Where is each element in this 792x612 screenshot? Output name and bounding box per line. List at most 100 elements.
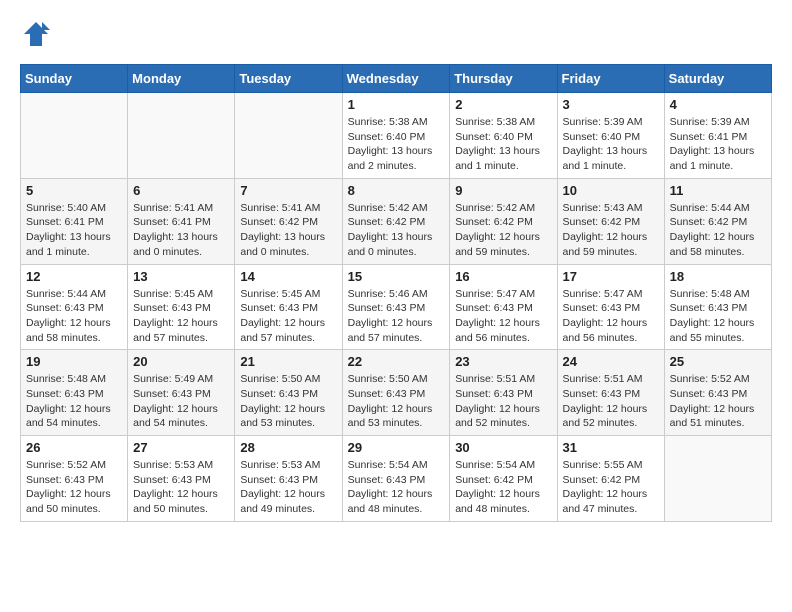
calendar-cell: 31Sunrise: 5:55 AM Sunset: 6:42 PM Dayli… [557, 436, 664, 522]
day-number: 10 [563, 183, 659, 198]
day-number: 26 [26, 440, 122, 455]
day-info: Sunrise: 5:47 AM Sunset: 6:43 PM Dayligh… [563, 287, 659, 346]
calendar-cell: 14 Sunrise: 5:45 AM Sunset: 6:43 PM Dayli… [235, 264, 342, 350]
day-number: 1 [348, 97, 445, 112]
calendar-cell: 3 Sunrise: 5:39 AM Sunset: 6:40 PM Daylig… [557, 93, 664, 179]
calendar-cell: 22 Sunrise: 5:50 AM Sunset: 6:43 PM Dayli… [342, 350, 450, 436]
calendar-cell: 11Sunrise: 5:44 AM Sunset: 6:42 PM Dayli… [664, 178, 771, 264]
calendar-cell: 5 Sunrise: 5:40 AM Sunset: 6:41 PM Daylig… [21, 178, 128, 264]
day-number: 24 [563, 354, 659, 369]
day-info: Sunrise: 5:41 AM Sunset: 6:42 PM Dayligh… [240, 201, 336, 260]
calendar-cell: 2 Sunrise: 5:38 AM Sunset: 6:40 PM Daylig… [450, 93, 557, 179]
day-number: 12 [26, 269, 122, 284]
calendar-cell [664, 436, 771, 522]
day-number: 14 [240, 269, 336, 284]
col-header-sunday: Sunday [21, 65, 128, 93]
calendar-week-row: 5 Sunrise: 5:40 AM Sunset: 6:41 PM Daylig… [21, 178, 772, 264]
day-info: Sunrise: 5:41 AM Sunset: 6:41 PM Dayligh… [133, 201, 229, 260]
day-info: Sunrise: 5:44 AM Sunset: 6:43 PM Dayligh… [26, 287, 122, 346]
calendar-cell: 24 Sunrise: 5:51 AM Sunset: 6:43 PM Dayli… [557, 350, 664, 436]
day-info: Sunrise: 5:52 AM Sunset: 6:43 PM Dayligh… [26, 458, 122, 517]
calendar-cell: 12 Sunrise: 5:44 AM Sunset: 6:43 PM Dayli… [21, 264, 128, 350]
calendar-cell: 9Sunrise: 5:42 AM Sunset: 6:42 PM Daylig… [450, 178, 557, 264]
calendar-cell: 10 Sunrise: 5:43 AM Sunset: 6:42 PM Dayli… [557, 178, 664, 264]
day-info: Sunrise: 5:53 AM Sunset: 6:43 PM Dayligh… [133, 458, 229, 517]
day-info: Sunrise: 5:49 AM Sunset: 6:43 PM Dayligh… [133, 372, 229, 431]
calendar-header-row: SundayMondayTuesdayWednesdayThursdayFrid… [21, 65, 772, 93]
day-info: Sunrise: 5:50 AM Sunset: 6:43 PM Dayligh… [348, 372, 445, 431]
day-info: Sunrise: 5:54 AM Sunset: 6:42 PM Dayligh… [455, 458, 551, 517]
day-number: 27 [133, 440, 229, 455]
calendar-cell: 20 Sunrise: 5:49 AM Sunset: 6:43 PM Dayli… [128, 350, 235, 436]
calendar-cell: 21Sunrise: 5:50 AM Sunset: 6:43 PM Dayli… [235, 350, 342, 436]
day-info: Sunrise: 5:47 AM Sunset: 6:43 PM Dayligh… [455, 287, 551, 346]
calendar-cell: 6 Sunrise: 5:41 AM Sunset: 6:41 PM Daylig… [128, 178, 235, 264]
calendar-cell [128, 93, 235, 179]
calendar-week-row: 12 Sunrise: 5:44 AM Sunset: 6:43 PM Dayli… [21, 264, 772, 350]
calendar-cell: 7 Sunrise: 5:41 AM Sunset: 6:42 PM Daylig… [235, 178, 342, 264]
calendar-cell: 26 Sunrise: 5:52 AM Sunset: 6:43 PM Dayli… [21, 436, 128, 522]
day-info: Sunrise: 5:51 AM Sunset: 6:43 PM Dayligh… [455, 372, 551, 431]
calendar-cell: 29Sunrise: 5:54 AM Sunset: 6:43 PM Dayli… [342, 436, 450, 522]
day-number: 28 [240, 440, 336, 455]
day-number: 23 [455, 354, 551, 369]
calendar-cell: 4 Sunrise: 5:39 AM Sunset: 6:41 PM Daylig… [664, 93, 771, 179]
day-number: 16 [455, 269, 551, 284]
day-info: Sunrise: 5:38 AM Sunset: 6:40 PM Dayligh… [455, 115, 551, 174]
day-info: Sunrise: 5:54 AM Sunset: 6:43 PM Dayligh… [348, 458, 445, 517]
col-header-tuesday: Tuesday [235, 65, 342, 93]
logo [20, 20, 50, 48]
day-info: Sunrise: 5:51 AM Sunset: 6:43 PM Dayligh… [563, 372, 659, 431]
day-number: 31 [563, 440, 659, 455]
calendar-cell: 28 Sunrise: 5:53 AM Sunset: 6:43 PM Dayli… [235, 436, 342, 522]
calendar-cell: 17 Sunrise: 5:47 AM Sunset: 6:43 PM Dayli… [557, 264, 664, 350]
day-number: 19 [26, 354, 122, 369]
day-info: Sunrise: 5:38 AM Sunset: 6:40 PM Dayligh… [348, 115, 445, 174]
day-number: 6 [133, 183, 229, 198]
calendar-table: SundayMondayTuesdayWednesdayThursdayFrid… [20, 64, 772, 522]
day-number: 15 [348, 269, 445, 284]
day-number: 25 [670, 354, 766, 369]
day-number: 2 [455, 97, 551, 112]
day-number: 17 [563, 269, 659, 284]
day-info: Sunrise: 5:39 AM Sunset: 6:40 PM Dayligh… [563, 115, 659, 174]
day-number: 30 [455, 440, 551, 455]
calendar-week-row: 19 Sunrise: 5:48 AM Sunset: 6:43 PM Dayli… [21, 350, 772, 436]
day-number: 18 [670, 269, 766, 284]
day-number: 5 [26, 183, 122, 198]
day-info: Sunrise: 5:45 AM Sunset: 6:43 PM Dayligh… [240, 287, 336, 346]
day-number: 22 [348, 354, 445, 369]
day-info: Sunrise: 5:53 AM Sunset: 6:43 PM Dayligh… [240, 458, 336, 517]
day-info: Sunrise: 5:44 AM Sunset: 6:42 PM Dayligh… [670, 201, 766, 260]
day-info: Sunrise: 5:42 AM Sunset: 6:42 PM Dayligh… [348, 201, 445, 260]
day-number: 3 [563, 97, 659, 112]
day-info: Sunrise: 5:43 AM Sunset: 6:42 PM Dayligh… [563, 201, 659, 260]
col-header-wednesday: Wednesday [342, 65, 450, 93]
day-info: Sunrise: 5:48 AM Sunset: 6:43 PM Dayligh… [26, 372, 122, 431]
calendar-cell: 19 Sunrise: 5:48 AM Sunset: 6:43 PM Dayli… [21, 350, 128, 436]
day-info: Sunrise: 5:48 AM Sunset: 6:43 PM Dayligh… [670, 287, 766, 346]
calendar-cell: 13Sunrise: 5:45 AM Sunset: 6:43 PM Dayli… [128, 264, 235, 350]
day-info: Sunrise: 5:42 AM Sunset: 6:42 PM Dayligh… [455, 201, 551, 260]
calendar-cell: 18 Sunrise: 5:48 AM Sunset: 6:43 PM Dayli… [664, 264, 771, 350]
day-number: 4 [670, 97, 766, 112]
logo-icon [22, 20, 50, 48]
day-info: Sunrise: 5:39 AM Sunset: 6:41 PM Dayligh… [670, 115, 766, 174]
calendar-cell: 1 Sunrise: 5:38 AM Sunset: 6:40 PM Daylig… [342, 93, 450, 179]
calendar-cell [21, 93, 128, 179]
day-number: 7 [240, 183, 336, 198]
col-header-saturday: Saturday [664, 65, 771, 93]
day-info: Sunrise: 5:46 AM Sunset: 6:43 PM Dayligh… [348, 287, 445, 346]
day-number: 21 [240, 354, 336, 369]
calendar-cell: 16 Sunrise: 5:47 AM Sunset: 6:43 PM Dayli… [450, 264, 557, 350]
calendar-cell: 23 Sunrise: 5:51 AM Sunset: 6:43 PM Dayli… [450, 350, 557, 436]
calendar-cell: 25Sunrise: 5:52 AM Sunset: 6:43 PM Dayli… [664, 350, 771, 436]
day-info: Sunrise: 5:40 AM Sunset: 6:41 PM Dayligh… [26, 201, 122, 260]
calendar-cell: 27 Sunrise: 5:53 AM Sunset: 6:43 PM Dayli… [128, 436, 235, 522]
day-number: 20 [133, 354, 229, 369]
page-header [20, 20, 772, 48]
calendar-cell: 8Sunrise: 5:42 AM Sunset: 6:42 PM Daylig… [342, 178, 450, 264]
day-info: Sunrise: 5:45 AM Sunset: 6:43 PM Dayligh… [133, 287, 229, 346]
calendar-cell: 30 Sunrise: 5:54 AM Sunset: 6:42 PM Dayli… [450, 436, 557, 522]
col-header-monday: Monday [128, 65, 235, 93]
